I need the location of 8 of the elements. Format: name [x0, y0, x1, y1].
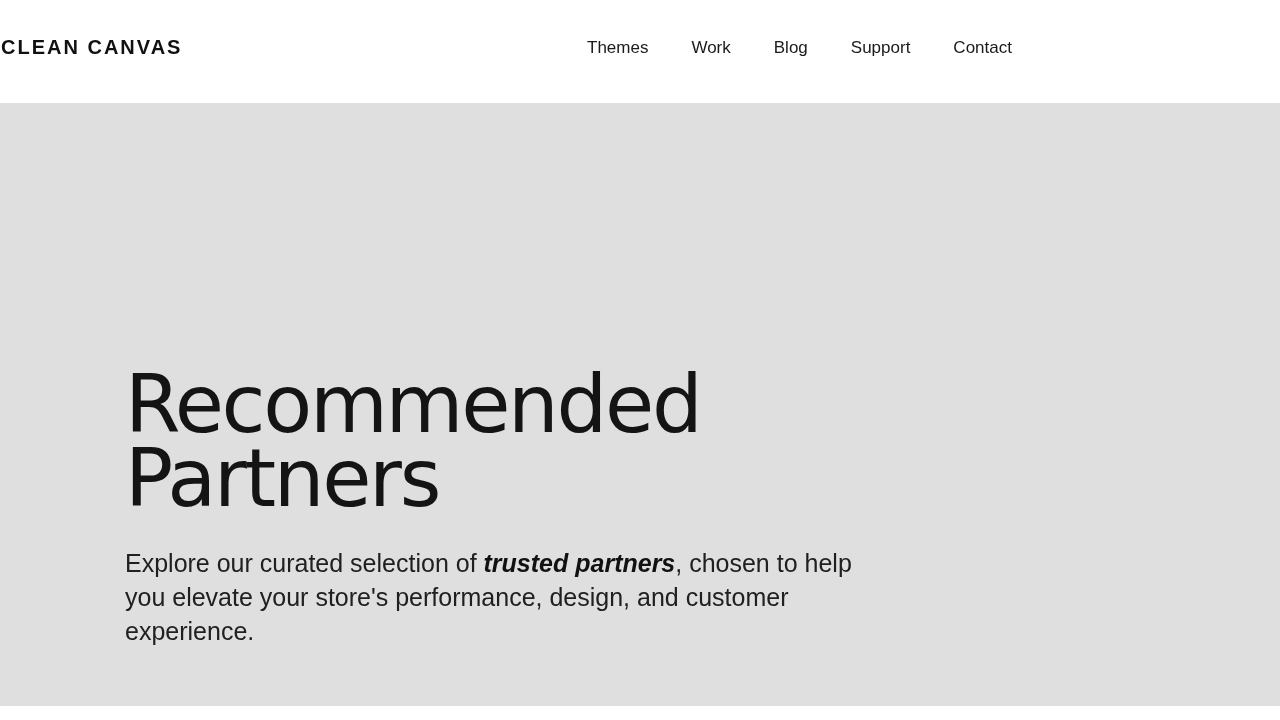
- site-logo[interactable]: CLEAN CANVAS: [1, 36, 183, 58]
- nav-link[interactable]: Work: [691, 37, 731, 58]
- nav-link[interactable]: Support: [850, 37, 911, 58]
- nav-link[interactable]: Blog: [773, 37, 808, 58]
- nav-link[interactable]: Contact: [953, 37, 1012, 58]
- nav-link[interactable]: Themes: [587, 37, 649, 58]
- hero-title: Recommended Partners: [125, 368, 702, 516]
- hero-description: Explore our curated selection of trusted partners, chosen to help you elevate your store's performance, design, and customer experience.: [125, 548, 853, 647]
